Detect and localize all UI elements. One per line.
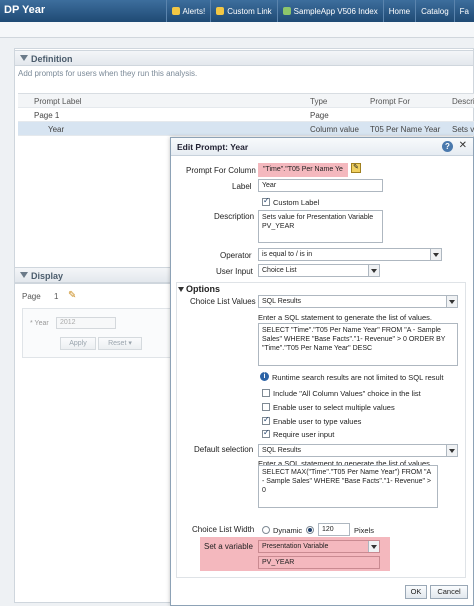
prompts-table: Prompt Label Type Prompt For Descri Page… (18, 93, 474, 136)
close-icon[interactable]: ✕ (459, 140, 467, 151)
definition-hint: Add prompts for users when they run this… (18, 69, 198, 78)
collapse-icon[interactable] (178, 287, 184, 292)
nav-custom-link[interactable]: Custom Link (210, 0, 276, 22)
page-number: 1 (54, 292, 59, 301)
options-heading: Options (186, 284, 220, 294)
column-header: Type (310, 97, 328, 106)
operator-label: Operator (220, 251, 252, 260)
description-label: Description (214, 212, 255, 221)
user-input-select[interactable]: Choice List (258, 264, 380, 277)
alert-icon (171, 7, 180, 15)
custom-label-text: Custom Label (273, 198, 320, 207)
custom-label-checkbox[interactable] (262, 196, 270, 206)
definition-header[interactable]: Definition (14, 50, 474, 66)
pencil-icon[interactable]: ✎ (68, 290, 76, 301)
user-input-label: User Input (216, 267, 253, 276)
table-header-row: Prompt Label Type Prompt For Descri (18, 94, 474, 108)
year-prompt-label: * Year (30, 320, 49, 327)
collapse-icon (20, 55, 28, 61)
ok-button[interactable]: OK (405, 585, 427, 599)
edit-column-icon[interactable]: ✎ (351, 163, 361, 173)
prompt-preview (22, 308, 172, 358)
type-values-checkbox[interactable] (262, 415, 270, 425)
label-label: Label (232, 182, 252, 191)
link-icon (216, 7, 225, 15)
sql-textarea[interactable]: SELECT "Time"."T05 Per Name Year" FROM "… (258, 323, 458, 366)
reset-button[interactable]: Reset ▾ (98, 337, 142, 350)
prompt-for-label: Prompt For Column (186, 166, 256, 175)
year-select[interactable]: 2012 (56, 317, 116, 329)
variable-name-input[interactable]: PV_YEAR (258, 556, 380, 569)
choice-values-label: Choice List Values (190, 297, 256, 306)
display-header[interactable]: Display (14, 267, 174, 283)
nav-catalog[interactable]: Catalog (415, 0, 454, 22)
chevron-down-icon (368, 541, 379, 552)
toolbar (0, 22, 474, 38)
column-header: Descri (452, 97, 474, 106)
runtime-note: Runtime search results are not limited t… (272, 373, 444, 382)
chevron-down-icon (446, 296, 457, 307)
include-all-checkbox[interactable] (262, 389, 270, 397)
index-icon (282, 7, 291, 15)
width-unit: Pixels (354, 526, 375, 535)
column-header: Prompt For (370, 97, 411, 106)
variable-label: Set a variable (204, 542, 253, 551)
dynamic-text: Dynamic (273, 526, 303, 535)
dynamic-radio[interactable] (262, 526, 270, 534)
default-selection-select[interactable]: SQL Results (258, 444, 458, 457)
label-input[interactable]: Year (258, 179, 383, 192)
operator-select[interactable]: is equal to / is in (258, 248, 442, 261)
table-row[interactable]: Year Column value T05 Per Name Year Sets… (18, 122, 474, 136)
page-title: DP Year (4, 4, 46, 16)
apply-button[interactable]: Apply (60, 337, 96, 350)
nav-favorites[interactable]: Fa (453, 0, 474, 22)
default-sql-textarea[interactable]: SELECT MAX("Time"."T05 Per Name Year") F… (258, 465, 438, 508)
info-icon: i (260, 372, 269, 381)
page-label: Page (22, 292, 41, 301)
width-label: Choice List Width (192, 525, 255, 534)
chevron-down-icon (430, 249, 441, 260)
prompt-for-field: "Time"."T05 Per Name Ye (263, 166, 343, 173)
chevron-down-icon (446, 445, 457, 456)
chevron-down-icon (368, 265, 379, 276)
cancel-button[interactable]: Cancel (430, 585, 468, 599)
column-header: Prompt Label (34, 97, 82, 106)
nav-alerts[interactable]: Alerts! (165, 0, 211, 22)
multiple-values-checkbox[interactable] (262, 403, 270, 411)
help-icon[interactable]: ? (442, 141, 453, 152)
app-header: DP Year Alerts! Custom Link SampleApp V5… (0, 0, 474, 22)
dialog-titlebar: Edit Prompt: Year ? ✕ (171, 138, 473, 156)
collapse-icon (20, 272, 28, 278)
choice-values-select[interactable]: SQL Results (258, 295, 458, 308)
fixed-width-radio[interactable] (306, 526, 314, 534)
width-input[interactable]: 120 (318, 523, 350, 536)
sql-hint: Enter a SQL statement to generate the li… (258, 313, 432, 322)
description-textarea[interactable]: Sets value for Presentation Variable PV_… (258, 210, 383, 243)
top-nav: Alerts! Custom Link SampleApp V506 Index… (165, 0, 474, 22)
table-row[interactable]: Page 1 Page (18, 108, 474, 122)
variable-type-select[interactable]: Presentation Variable (258, 540, 380, 553)
default-selection-label: Default selection (194, 445, 254, 454)
nav-sampleapp-index[interactable]: SampleApp V506 Index (276, 0, 383, 22)
require-input-checkbox[interactable] (262, 428, 270, 438)
dialog-title: Edit Prompt: Year (177, 142, 249, 152)
nav-home[interactable]: Home (382, 0, 415, 22)
